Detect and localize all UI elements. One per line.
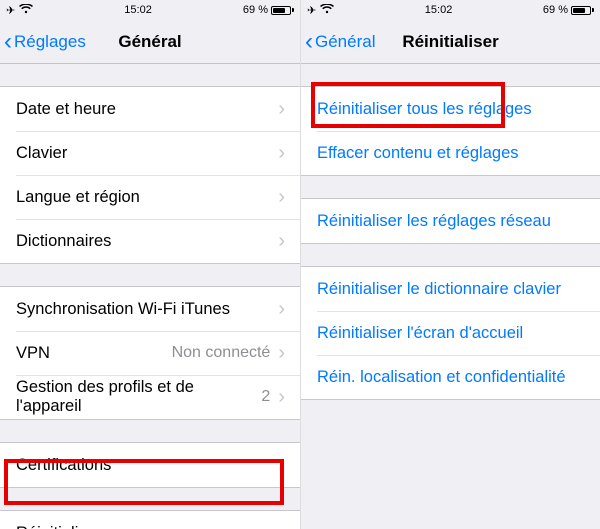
- row-label: Réinitialiser le dictionnaire clavier: [317, 280, 585, 299]
- scroll-area[interactable]: Date et heure›Clavier›Langue et région›D…: [0, 64, 300, 529]
- status-bar: ✈︎ 15:02 69 %: [0, 0, 300, 20]
- back-label: Réglages: [14, 32, 86, 52]
- scroll-area[interactable]: Réinitialiser tous les réglages Effacer c…: [301, 64, 600, 529]
- group-reset-network: Réinitialiser les réglages réseau: [301, 198, 600, 244]
- page-title: Réinitialiser: [402, 32, 498, 52]
- back-button[interactable]: ‹ Général: [305, 30, 375, 54]
- row-label: Dictionnaires: [16, 232, 278, 251]
- group-reset-other: Réinitialiser le dictionnaire clavier Réi…: [301, 266, 600, 400]
- back-button[interactable]: ‹ Réglages: [4, 30, 86, 54]
- group-sync-vpn: Synchronisation Wi-Fi iTunes›VPNNon conn…: [0, 286, 300, 420]
- wifi-icon: [320, 4, 334, 17]
- row-label: Synchronisation Wi-Fi iTunes: [16, 300, 278, 319]
- row-reset-home[interactable]: Réinitialiser l'écran d'accueil: [301, 311, 600, 355]
- row-label: Date et heure: [16, 100, 278, 119]
- row-reset-network[interactable]: Réinitialiser les réglages réseau: [301, 199, 600, 243]
- battery-pct: 69 %: [243, 4, 268, 16]
- row-label: VPN: [16, 344, 172, 363]
- nav-bar: ‹ Général Réinitialiser: [301, 20, 600, 64]
- chevron-right-icon: ›: [278, 98, 285, 121]
- row-clavier[interactable]: Clavier›: [0, 131, 300, 175]
- row-detail: 2: [261, 388, 270, 406]
- status-time: 15:02: [124, 4, 152, 16]
- chevron-right-icon: ›: [278, 186, 285, 209]
- row-vpn[interactable]: VPNNon connecté ›: [0, 331, 300, 375]
- row-certifications[interactable]: Certifications›: [0, 443, 300, 487]
- page-title: Général: [118, 32, 181, 52]
- battery-icon: [271, 6, 294, 15]
- chevron-right-icon: ›: [278, 142, 285, 165]
- row-label: Clavier: [16, 144, 278, 163]
- chevron-right-icon: ›: [278, 298, 285, 321]
- group-reset: Réinitialiser›Éteindre: [0, 510, 300, 529]
- chevron-left-icon: ‹: [305, 30, 313, 54]
- row-label: Réin. localisation et confidentialité: [317, 368, 585, 387]
- chevron-right-icon: ›: [278, 454, 285, 477]
- status-time: 15:02: [425, 4, 453, 16]
- row-date-heure[interactable]: Date et heure›: [0, 87, 300, 131]
- group-cert: Certifications›: [0, 442, 300, 488]
- row-label: Réinitialiser l'écran d'accueil: [317, 324, 585, 343]
- airplane-icon: ✈︎: [6, 4, 15, 17]
- row-profils[interactable]: Gestion des profils et de l'appareil2 ›: [0, 375, 300, 419]
- battery-pct: 69 %: [543, 4, 568, 16]
- row-label: Gestion des profils et de l'appareil: [16, 378, 261, 416]
- nav-bar: ‹ Réglages Général: [0, 20, 300, 64]
- chevron-right-icon: ›: [278, 342, 285, 365]
- row-reinitialiser[interactable]: Réinitialiser›: [0, 511, 300, 529]
- phone-general: ✈︎ 15:02 69 % ‹ Réglages Général Date et…: [0, 0, 300, 529]
- airplane-icon: ✈︎: [307, 4, 316, 17]
- row-label: Effacer contenu et réglages: [317, 144, 585, 163]
- status-bar: ✈︎ 15:02 69 %: [301, 0, 600, 20]
- row-label: Réinitialiser tous les réglages: [317, 100, 585, 119]
- chevron-left-icon: ‹: [4, 30, 12, 54]
- phone-reinitialiser: ✈︎ 15:02 69 % ‹ Général Réinitialiser Ré…: [300, 0, 600, 529]
- group-date-lang: Date et heure›Clavier›Langue et région›D…: [0, 86, 300, 264]
- row-langue[interactable]: Langue et région›: [0, 175, 300, 219]
- battery-icon: [571, 6, 594, 15]
- row-reset-keyboard[interactable]: Réinitialiser le dictionnaire clavier: [301, 267, 600, 311]
- chevron-right-icon: ›: [278, 522, 285, 529]
- chevron-right-icon: ›: [278, 386, 285, 409]
- back-label: Général: [315, 32, 375, 52]
- wifi-icon: [19, 4, 33, 17]
- row-erase-all[interactable]: Effacer contenu et réglages: [301, 131, 600, 175]
- row-reset-privacy[interactable]: Réin. localisation et confidentialité: [301, 355, 600, 399]
- row-label: Langue et région: [16, 188, 278, 207]
- row-label: Certifications: [16, 456, 278, 475]
- row-label: Réinitialiser: [16, 524, 278, 529]
- row-sync-wifi[interactable]: Synchronisation Wi-Fi iTunes›: [0, 287, 300, 331]
- chevron-right-icon: ›: [278, 230, 285, 253]
- group-reset-top: Réinitialiser tous les réglages Effacer c…: [301, 86, 600, 176]
- row-detail: Non connecté: [172, 344, 271, 362]
- row-dictionnaires[interactable]: Dictionnaires›: [0, 219, 300, 263]
- row-label: Réinitialiser les réglages réseau: [317, 212, 585, 231]
- row-reset-all[interactable]: Réinitialiser tous les réglages: [301, 87, 600, 131]
